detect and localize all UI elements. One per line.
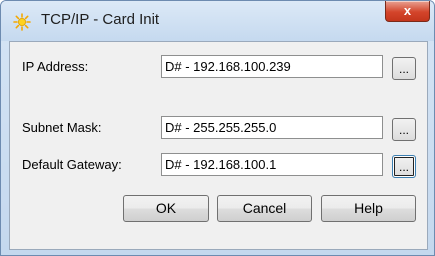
default-gateway-label: Default Gateway:: [22, 157, 122, 172]
ip-address-label: IP Address:: [22, 59, 89, 74]
cancel-button[interactable]: Cancel: [217, 195, 312, 222]
sun-icon: [13, 13, 31, 31]
close-button[interactable]: x: [385, 1, 430, 22]
ip-address-browse-button[interactable]: ...: [392, 57, 416, 80]
dialog-window: TCP/IP - Card Init x IP Address: D# - 19…: [0, 0, 435, 256]
dialog-content: IP Address: D# - 192.168.100.239 ... Sub…: [9, 41, 428, 250]
subnet-mask-browse-button[interactable]: ...: [392, 118, 416, 141]
ip-address-field[interactable]: D# - 192.168.100.239: [161, 55, 383, 78]
title-bar[interactable]: TCP/IP - Card Init x: [1, 1, 434, 41]
default-gateway-browse-button[interactable]: ...: [392, 155, 416, 178]
subnet-mask-field[interactable]: D# - 255.255.255.0: [161, 116, 383, 139]
window-title: TCP/IP - Card Init: [41, 11, 160, 28]
subnet-mask-label: Subnet Mask:: [22, 120, 102, 135]
help-button[interactable]: Help: [321, 195, 416, 222]
ok-button[interactable]: OK: [123, 195, 209, 222]
default-gateway-field[interactable]: D# - 192.168.100.1: [161, 153, 383, 176]
close-icon: x: [403, 3, 412, 18]
